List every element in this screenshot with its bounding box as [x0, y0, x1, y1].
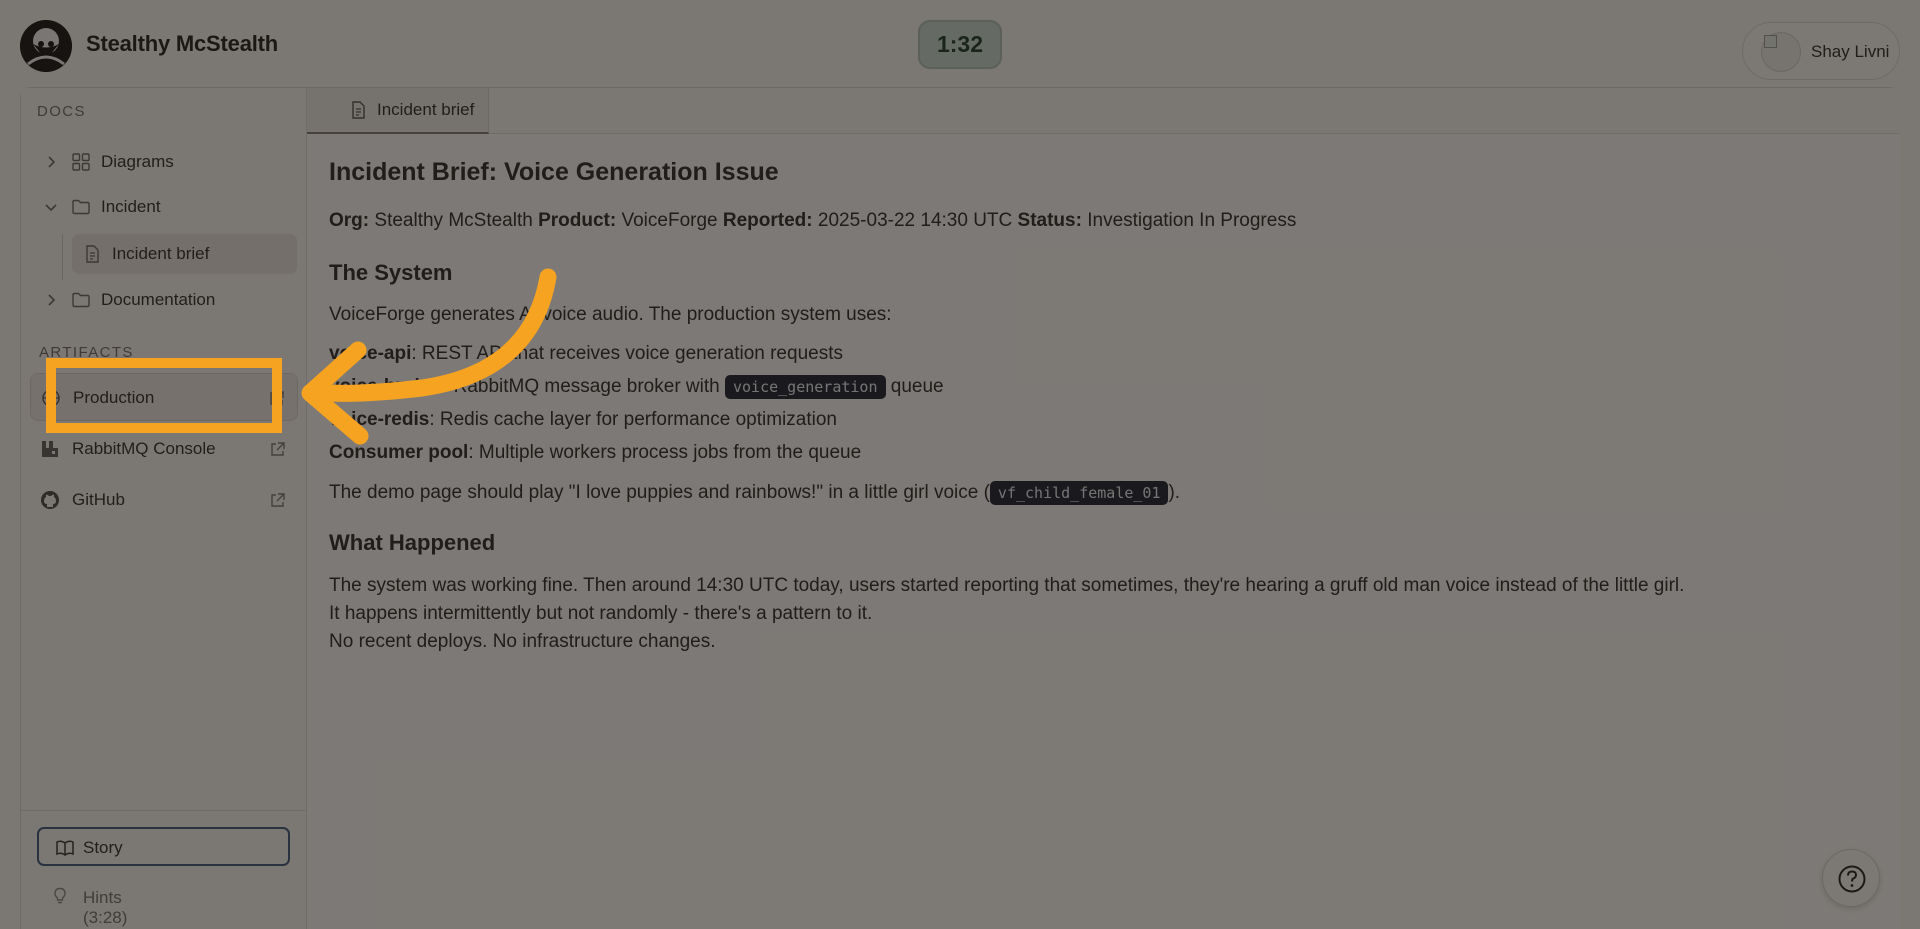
- tree-item-label: Incident brief: [112, 244, 210, 263]
- avatar: [1761, 32, 1801, 72]
- component-desc: : Multiple workers process jobs from the…: [468, 442, 862, 463]
- component-name: voice-api: [329, 343, 412, 364]
- component-line: voice-broker: RabbitMQ message broker wi…: [329, 375, 944, 399]
- meta-status-key: Status:: [1017, 210, 1082, 231]
- tree-item-diagrams[interactable]: Diagrams: [21, 144, 307, 180]
- component-line: voice-api: REST API that receives voice …: [329, 343, 843, 365]
- grid-icon: [71, 152, 91, 172]
- tab-label: Incident brief: [377, 100, 475, 119]
- chevron-right-icon[interactable]: [43, 154, 59, 170]
- docs-section-label: DOCS: [37, 103, 86, 120]
- meta-reported: 2025-03-22 14:30 UTC: [817, 210, 1013, 231]
- queue-name-code: voice_generation: [725, 375, 886, 399]
- meta-product: VoiceForge: [621, 210, 718, 231]
- tree-item-incident[interactable]: Incident: [21, 189, 307, 225]
- rabbitmq-icon: [40, 439, 60, 459]
- artifact-label: RabbitMQ Console: [72, 439, 216, 458]
- folder-icon: [71, 290, 91, 310]
- external-link-icon: [269, 492, 286, 509]
- component-desc: : Redis cache layer for performance opti…: [429, 409, 837, 430]
- sidebar: DOCS Diagrams Incident Incident brief Do…: [21, 88, 307, 929]
- component-name: Consumer pool: [329, 442, 469, 463]
- highlight-box: [46, 358, 282, 433]
- book-icon: [55, 838, 75, 858]
- document-icon: [82, 244, 102, 264]
- folder-icon: [71, 197, 91, 217]
- github-icon: [40, 490, 60, 510]
- component-desc: : REST API that receives voice generatio…: [411, 343, 843, 364]
- tree-item-label: Documentation: [101, 290, 216, 309]
- tree-item-label: Diagrams: [101, 152, 174, 171]
- component-name: voice-broker: [329, 376, 444, 397]
- tree-guide-line: [62, 234, 63, 280]
- main-frame: DOCS Diagrams Incident Incident brief Do…: [20, 87, 1900, 929]
- user-menu-button[interactable]: Shay Livni: [1742, 22, 1900, 80]
- tree-item-incident-brief[interactable]: Incident brief: [72, 234, 297, 274]
- paragraph-line: It happens intermittently but not random…: [329, 603, 873, 624]
- chevron-down-icon[interactable]: [43, 199, 59, 215]
- countdown-timer: 1:32: [918, 20, 1002, 69]
- component-name: voice-redis: [329, 409, 430, 430]
- story-label: Story: [83, 838, 123, 857]
- paragraph-line: No recent deploys. No infrastructure cha…: [329, 631, 716, 652]
- divider: [21, 810, 307, 811]
- help-button[interactable]: [1822, 849, 1880, 907]
- paragraph-line: The system was working fine. Then around…: [329, 575, 1685, 596]
- lightbulb-icon: [51, 887, 69, 905]
- tree-item-label: Incident: [101, 197, 161, 216]
- demo-line: The demo page should play "I love puppie…: [329, 481, 1181, 505]
- component-line: voice-redis: Redis cache layer for perfo…: [329, 409, 837, 431]
- component-desc: : RabbitMQ message broker with: [443, 376, 725, 397]
- tree-item-documentation[interactable]: Documentation: [21, 282, 307, 318]
- document-icon: [348, 100, 368, 120]
- meta-org-key: Org:: [329, 210, 370, 231]
- voice-id-code: vf_child_female_01: [989, 481, 1169, 505]
- doc-title: Incident Brief: Voice Generation Issue: [329, 158, 779, 186]
- demo-text: The demo page should play "I love puppie…: [329, 482, 990, 503]
- story-button[interactable]: Story: [37, 827, 290, 866]
- meta-status: Investigation In Progress: [1087, 210, 1297, 231]
- top-bar: Stealthy McStealth 1:32 Shay Livni: [0, 0, 1920, 88]
- section-heading-what-happened: What Happened: [329, 530, 496, 555]
- artifact-github[interactable]: GitHub: [30, 476, 298, 524]
- app-title: Stealthy McStealth: [86, 31, 279, 56]
- tab-bar: Incident brief: [307, 88, 1900, 134]
- section-heading-system: The System: [329, 260, 453, 285]
- artifact-label: GitHub: [72, 490, 125, 509]
- document-view: Incident Brief: Voice Generation Issue O…: [307, 134, 1900, 929]
- hints-label: Hints (3:28): [83, 888, 128, 927]
- meta-org: Stealthy McStealth: [374, 210, 533, 231]
- user-name: Shay Livni: [1811, 42, 1890, 61]
- app-logo-icon: [20, 20, 72, 72]
- component-desc-after: queue: [885, 376, 944, 397]
- meta-reported-key: Reported:: [722, 210, 813, 231]
- meta-product-key: Product:: [538, 210, 617, 231]
- meta-line: Org: Stealthy McStealth Product: VoiceFo…: [329, 210, 1296, 232]
- tab-incident-brief[interactable]: Incident brief: [307, 88, 489, 134]
- component-line: Consumer pool: Multiple workers process …: [329, 442, 861, 464]
- chevron-right-icon[interactable]: [43, 292, 59, 308]
- system-intro: VoiceForge generates AI voice audio. The…: [329, 304, 892, 325]
- demo-text-after: ).: [1168, 482, 1181, 503]
- question-mark-icon: [1838, 865, 1866, 893]
- external-link-icon: [269, 441, 286, 458]
